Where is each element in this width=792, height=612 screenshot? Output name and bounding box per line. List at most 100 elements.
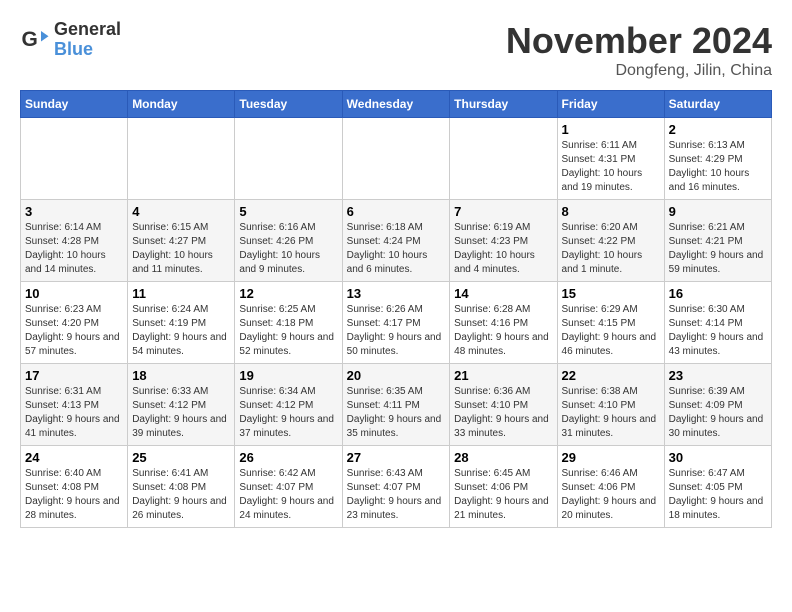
day-cell: 11 Sunrise: 6:24 AM Sunset: 4:19 PM Dayli… bbox=[128, 282, 235, 364]
day-cell: 19 Sunrise: 6:34 AM Sunset: 4:12 PM Dayli… bbox=[235, 364, 342, 446]
day-cell: 17 Sunrise: 6:31 AM Sunset: 4:13 PM Dayli… bbox=[21, 364, 128, 446]
week-row-2: 3Sunrise: 6:14 AM Sunset: 4:28 PM Daylig… bbox=[21, 200, 772, 282]
day-number: 1 bbox=[562, 122, 660, 137]
day-number: 12 bbox=[239, 286, 337, 301]
day-cell: 1 Sunrise: 6:11 AM Sunset: 4:31 PM Daylig… bbox=[557, 118, 664, 200]
day-number: 20 bbox=[347, 368, 446, 383]
logo-text: General Blue bbox=[54, 20, 121, 60]
weekday-header-row: SundayMondayTuesdayWednesdayThursdayFrid… bbox=[21, 91, 772, 118]
day-cell: 10Sunrise: 6:23 AM Sunset: 4:20 PM Dayli… bbox=[21, 282, 128, 364]
logo: G General Blue bbox=[20, 20, 121, 60]
day-cell: 4 Sunrise: 6:15 AM Sunset: 4:27 PM Daylig… bbox=[128, 200, 235, 282]
weekday-header-sunday: Sunday bbox=[21, 91, 128, 118]
day-info: Sunrise: 6:26 AM Sunset: 4:17 PM Dayligh… bbox=[347, 303, 446, 359]
day-cell: 25 Sunrise: 6:41 AM Sunset: 4:08 PM Dayli… bbox=[128, 446, 235, 528]
day-number: 14 bbox=[454, 286, 552, 301]
day-number: 18 bbox=[132, 368, 230, 383]
day-number: 7 bbox=[454, 204, 552, 219]
day-info: Sunrise: 6:31 AM Sunset: 4:13 PM Dayligh… bbox=[25, 385, 123, 441]
day-number: 30 bbox=[669, 450, 767, 465]
day-info: Sunrise: 6:45 AM Sunset: 4:06 PM Dayligh… bbox=[454, 467, 552, 523]
day-cell: 8 Sunrise: 6:20 AM Sunset: 4:22 PM Daylig… bbox=[557, 200, 664, 282]
weekday-header-friday: Friday bbox=[557, 91, 664, 118]
day-info: Sunrise: 6:46 AM Sunset: 4:06 PM Dayligh… bbox=[562, 467, 660, 523]
day-cell: 22Sunrise: 6:38 AM Sunset: 4:10 PM Dayli… bbox=[557, 364, 664, 446]
day-cell: 6Sunrise: 6:18 AM Sunset: 4:24 PM Daylig… bbox=[342, 200, 450, 282]
weekday-header-thursday: Thursday bbox=[450, 91, 557, 118]
week-row-4: 17 Sunrise: 6:31 AM Sunset: 4:13 PM Dayli… bbox=[21, 364, 772, 446]
day-info: Sunrise: 6:38 AM Sunset: 4:10 PM Dayligh… bbox=[562, 385, 660, 441]
day-cell bbox=[128, 118, 235, 200]
day-number: 28 bbox=[454, 450, 552, 465]
day-info: Sunrise: 6:40 AM Sunset: 4:08 PM Dayligh… bbox=[25, 467, 123, 523]
day-info: Sunrise: 6:15 AM Sunset: 4:27 PM Dayligh… bbox=[132, 221, 230, 277]
day-cell: 23Sunrise: 6:39 AM Sunset: 4:09 PM Dayli… bbox=[664, 364, 771, 446]
day-info: Sunrise: 6:18 AM Sunset: 4:24 PM Dayligh… bbox=[347, 221, 446, 277]
day-cell: 9 Sunrise: 6:21 AM Sunset: 4:21 PM Daylig… bbox=[664, 200, 771, 282]
weekday-header-wednesday: Wednesday bbox=[342, 91, 450, 118]
day-info: Sunrise: 6:35 AM Sunset: 4:11 PM Dayligh… bbox=[347, 385, 446, 441]
day-cell: 30 Sunrise: 6:47 AM Sunset: 4:05 PM Dayli… bbox=[664, 446, 771, 528]
day-number: 29 bbox=[562, 450, 660, 465]
day-cell: 13 Sunrise: 6:26 AM Sunset: 4:17 PM Dayli… bbox=[342, 282, 450, 364]
day-cell: 2Sunrise: 6:13 AM Sunset: 4:29 PM Daylig… bbox=[664, 118, 771, 200]
day-info: Sunrise: 6:29 AM Sunset: 4:15 PM Dayligh… bbox=[562, 303, 660, 359]
page-header: G General Blue November 2024 Dongfeng, J… bbox=[20, 20, 772, 80]
day-number: 8 bbox=[562, 204, 660, 219]
day-cell: 27Sunrise: 6:43 AM Sunset: 4:07 PM Dayli… bbox=[342, 446, 450, 528]
day-info: Sunrise: 6:36 AM Sunset: 4:10 PM Dayligh… bbox=[454, 385, 552, 441]
weekday-header-monday: Monday bbox=[128, 91, 235, 118]
day-number: 25 bbox=[132, 450, 230, 465]
day-info: Sunrise: 6:21 AM Sunset: 4:21 PM Dayligh… bbox=[669, 221, 767, 277]
day-cell bbox=[235, 118, 342, 200]
day-number: 16 bbox=[669, 286, 767, 301]
week-row-3: 10Sunrise: 6:23 AM Sunset: 4:20 PM Dayli… bbox=[21, 282, 772, 364]
day-number: 13 bbox=[347, 286, 446, 301]
day-cell: 26 Sunrise: 6:42 AM Sunset: 4:07 PM Dayli… bbox=[235, 446, 342, 528]
logo-icon: G bbox=[20, 25, 50, 55]
day-cell: 28 Sunrise: 6:45 AM Sunset: 4:06 PM Dayli… bbox=[450, 446, 557, 528]
day-number: 21 bbox=[454, 368, 552, 383]
day-cell bbox=[21, 118, 128, 200]
logo-line2: Blue bbox=[54, 40, 121, 60]
day-number: 27 bbox=[347, 450, 446, 465]
weekday-header-saturday: Saturday bbox=[664, 91, 771, 118]
day-cell: 20 Sunrise: 6:35 AM Sunset: 4:11 PM Dayli… bbox=[342, 364, 450, 446]
day-number: 3 bbox=[25, 204, 123, 219]
day-number: 17 bbox=[25, 368, 123, 383]
day-cell bbox=[450, 118, 557, 200]
day-info: Sunrise: 6:41 AM Sunset: 4:08 PM Dayligh… bbox=[132, 467, 230, 523]
day-number: 19 bbox=[239, 368, 337, 383]
day-info: Sunrise: 6:16 AM Sunset: 4:26 PM Dayligh… bbox=[239, 221, 337, 277]
day-number: 24 bbox=[25, 450, 123, 465]
day-number: 26 bbox=[239, 450, 337, 465]
location-subtitle: Dongfeng, Jilin, China bbox=[506, 62, 772, 80]
day-info: Sunrise: 6:34 AM Sunset: 4:12 PM Dayligh… bbox=[239, 385, 337, 441]
day-number: 11 bbox=[132, 286, 230, 301]
day-cell: 5 Sunrise: 6:16 AM Sunset: 4:26 PM Daylig… bbox=[235, 200, 342, 282]
day-cell bbox=[342, 118, 450, 200]
day-number: 5 bbox=[239, 204, 337, 219]
day-info: Sunrise: 6:42 AM Sunset: 4:07 PM Dayligh… bbox=[239, 467, 337, 523]
day-info: Sunrise: 6:25 AM Sunset: 4:18 PM Dayligh… bbox=[239, 303, 337, 359]
svg-text:G: G bbox=[22, 28, 38, 51]
day-info: Sunrise: 6:24 AM Sunset: 4:19 PM Dayligh… bbox=[132, 303, 230, 359]
day-cell: 29 Sunrise: 6:46 AM Sunset: 4:06 PM Dayli… bbox=[557, 446, 664, 528]
day-number: 4 bbox=[132, 204, 230, 219]
day-number: 9 bbox=[669, 204, 767, 219]
day-cell: 15Sunrise: 6:29 AM Sunset: 4:15 PM Dayli… bbox=[557, 282, 664, 364]
day-info: Sunrise: 6:20 AM Sunset: 4:22 PM Dayligh… bbox=[562, 221, 660, 277]
day-info: Sunrise: 6:47 AM Sunset: 4:05 PM Dayligh… bbox=[669, 467, 767, 523]
title-area: November 2024 Dongfeng, Jilin, China bbox=[506, 20, 772, 80]
day-cell: 21 Sunrise: 6:36 AM Sunset: 4:10 PM Dayli… bbox=[450, 364, 557, 446]
day-cell: 7Sunrise: 6:19 AM Sunset: 4:23 PM Daylig… bbox=[450, 200, 557, 282]
week-row-5: 24 Sunrise: 6:40 AM Sunset: 4:08 PM Dayli… bbox=[21, 446, 772, 528]
logo-line1: General bbox=[54, 20, 121, 40]
day-number: 10 bbox=[25, 286, 123, 301]
day-cell: 3Sunrise: 6:14 AM Sunset: 4:28 PM Daylig… bbox=[21, 200, 128, 282]
month-title: November 2024 bbox=[506, 20, 772, 62]
day-cell: 18Sunrise: 6:33 AM Sunset: 4:12 PM Dayli… bbox=[128, 364, 235, 446]
day-cell: 14Sunrise: 6:28 AM Sunset: 4:16 PM Dayli… bbox=[450, 282, 557, 364]
weekday-header-tuesday: Tuesday bbox=[235, 91, 342, 118]
day-info: Sunrise: 6:11 AM Sunset: 4:31 PM Dayligh… bbox=[562, 139, 660, 195]
